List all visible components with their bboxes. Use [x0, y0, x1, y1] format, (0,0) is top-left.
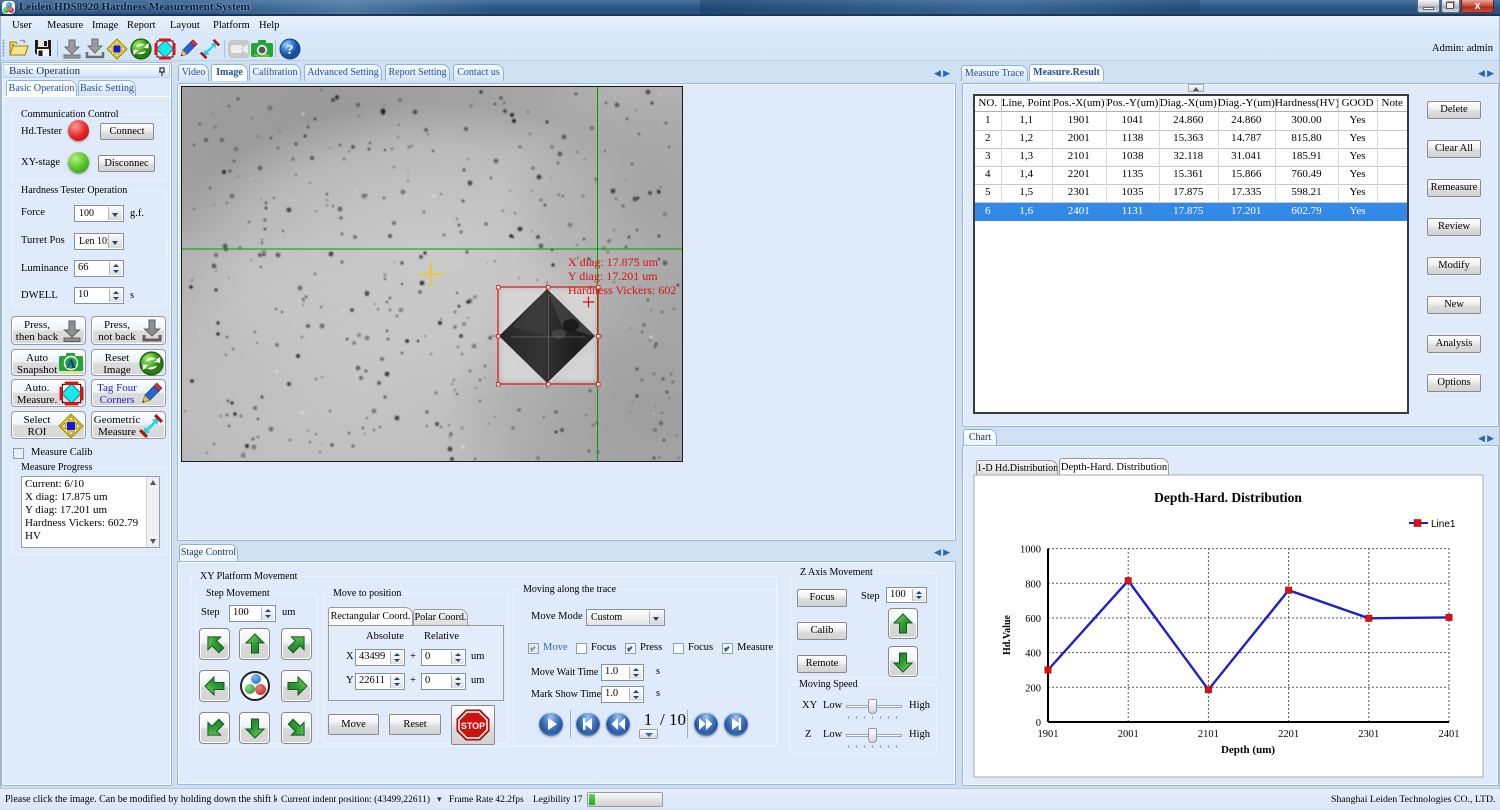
svg-text:0: 0 [1036, 718, 1041, 729]
svg-text:2101: 2101 [1198, 729, 1219, 740]
svg-text:200: 200 [1025, 683, 1041, 694]
svg-text:X diag: 17.875 um: X diag: 17.875 um [568, 255, 659, 269]
svg-text:PICTURE: PICTURE [254, 54, 270, 58]
svg-text:600: 600 [1025, 614, 1041, 625]
svg-text:A: A [66, 356, 76, 371]
svg-text:2201: 2201 [1278, 729, 1299, 740]
svg-text:PICTURE: PICTURE [63, 371, 79, 375]
svg-text:Line1: Line1 [1431, 519, 1456, 530]
svg-text:1901: 1901 [1038, 729, 1059, 740]
svg-text:800: 800 [1025, 579, 1041, 590]
svg-text:1000: 1000 [1020, 545, 1041, 556]
svg-text:2301: 2301 [1358, 729, 1379, 740]
svg-text:?: ? [287, 43, 294, 58]
svg-text:Depth (um): Depth (um) [1221, 744, 1275, 756]
svg-text:2001: 2001 [1118, 729, 1139, 740]
svg-text:Y diag: 17.201 um: Y diag: 17.201 um [568, 269, 658, 283]
svg-text:Hd.Value: Hd.Value [1002, 614, 1013, 654]
svg-text:400: 400 [1025, 649, 1041, 660]
svg-text:Depth-Hard. Distribution: Depth-Hard. Distribution [1154, 490, 1302, 505]
svg-text:2401: 2401 [1439, 729, 1460, 740]
svg-text:Hardness Vickers: 602: Hardness Vickers: 602 [568, 283, 676, 297]
svg-text:STOP: STOP [461, 721, 485, 731]
